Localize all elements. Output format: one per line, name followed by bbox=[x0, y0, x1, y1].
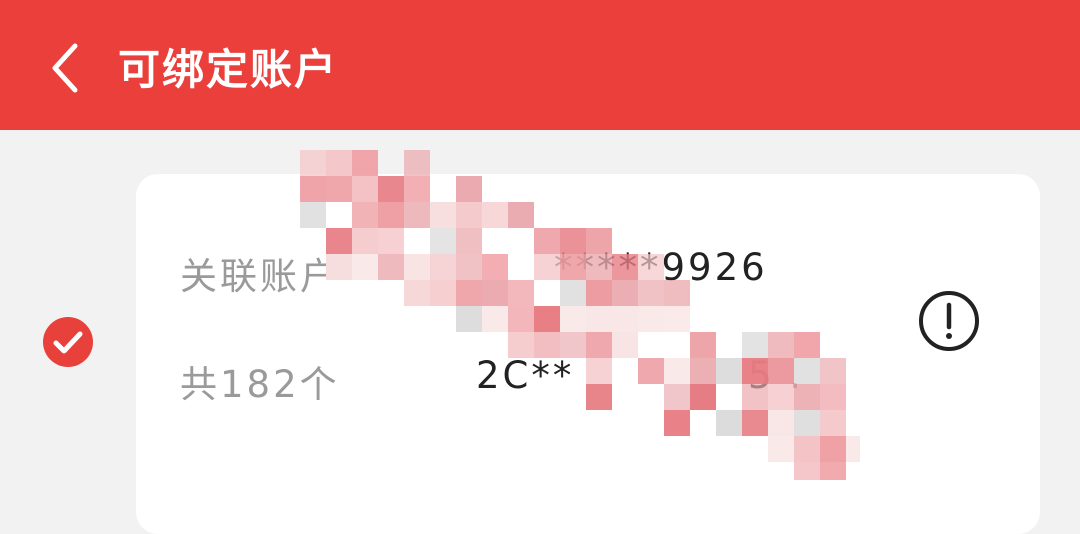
back-button[interactable] bbox=[40, 38, 90, 98]
account-code-suffix: 5 . bbox=[748, 354, 805, 397]
account-code-value: 2C** bbox=[476, 354, 575, 397]
chevron-left-icon bbox=[52, 43, 78, 93]
account-select-checkbox[interactable] bbox=[42, 316, 94, 368]
linked-account-value: *****9926 bbox=[554, 246, 768, 289]
exclamation-circle-icon bbox=[919, 291, 979, 351]
account-count-label: 共182个 bbox=[180, 363, 340, 406]
page-title: 可绑定账户 bbox=[118, 45, 339, 94]
account-card[interactable]: 关联账户 *****9926 共182个 2C** 5 . bbox=[136, 174, 1040, 534]
checkmark-circle-icon bbox=[43, 317, 93, 367]
info-button[interactable] bbox=[918, 290, 980, 352]
app-header: 可绑定账户 bbox=[0, 0, 1080, 130]
linked-account-label: 关联账户 bbox=[180, 255, 340, 298]
